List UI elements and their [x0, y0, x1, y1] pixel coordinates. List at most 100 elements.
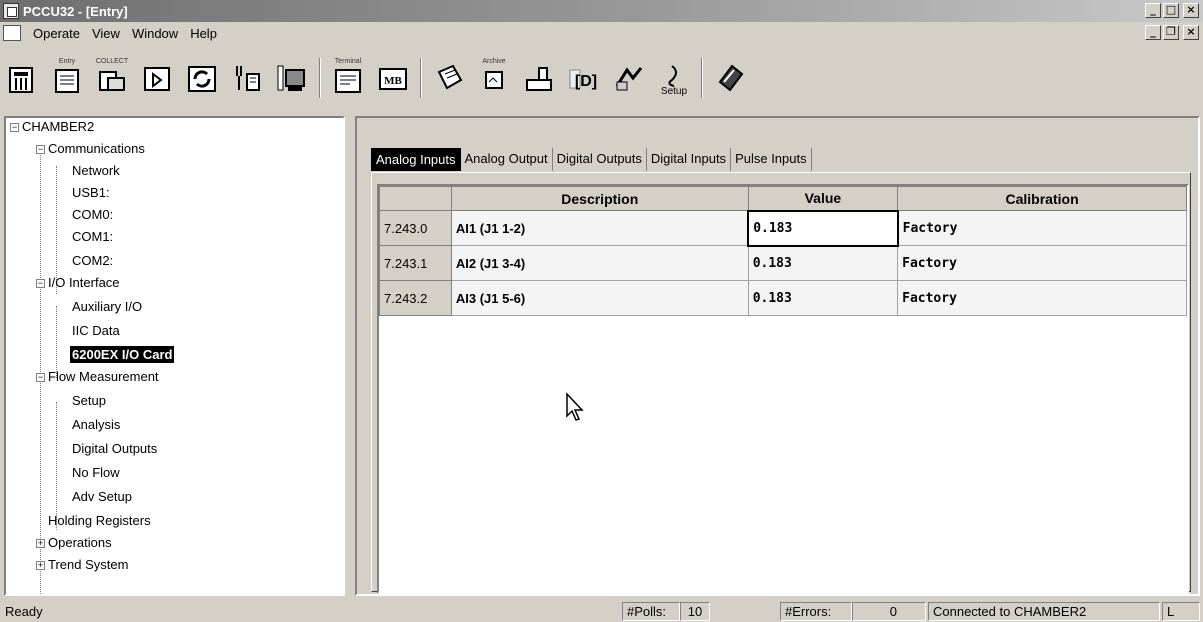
row-id[interactable]: 7.243.0: [379, 210, 452, 246]
tree-node-communications[interactable]: − Communications: [36, 138, 145, 160]
value-cell[interactable]: 0.183: [747, 209, 899, 247]
toolbar-report-button[interactable]: [431, 58, 467, 98]
tree-node-iic-data[interactable]: IIC Data: [72, 320, 120, 342]
navigation-tree: − CHAMBER2 − Communications Network USB1: …: [4, 116, 345, 596]
expand-icon[interactable]: +: [36, 561, 45, 571]
row-id[interactable]: 7.243.1: [379, 245, 452, 281]
tree-label: Communications: [48, 141, 145, 156]
tree-node-trend-system[interactable]: + Trend System: [36, 554, 128, 576]
tab-pulse-inputs[interactable]: Pulse Inputs: [731, 148, 812, 171]
tree-label: No Flow: [72, 465, 120, 480]
toolbar-help-button[interactable]: [712, 58, 748, 98]
title-bar: PCCU32 - [Entry] _ □ ×: [0, 0, 1203, 22]
tree-label: COM2:: [72, 253, 114, 268]
collapse-icon[interactable]: −: [36, 373, 45, 383]
device-icon: [9, 67, 33, 93]
tree-node-network[interactable]: Network: [72, 160, 120, 182]
doc-minimize-button[interactable]: _: [1145, 25, 1161, 40]
tree-node-com0[interactable]: COM0:: [72, 204, 113, 226]
calibration-cell[interactable]: Factory: [897, 210, 1187, 246]
tree-label: Operations: [48, 535, 112, 550]
toolbar-import-button[interactable]: [139, 58, 175, 98]
doc-restore-button[interactable]: ❐: [1163, 25, 1179, 40]
document-icon[interactable]: [3, 25, 21, 41]
tree-node-analysis[interactable]: Analysis: [72, 414, 120, 436]
menu-help[interactable]: Help: [184, 26, 223, 41]
tree-node-usb1[interactable]: USB1:: [72, 182, 110, 204]
tree-node-holding-registers[interactable]: Holding Registers: [48, 510, 151, 532]
tab-digital-inputs[interactable]: Digital Inputs: [647, 148, 732, 171]
tab-analog-inputs[interactable]: Analog Inputs: [371, 148, 461, 171]
network-icon: [615, 67, 643, 91]
tree-node-io-interface[interactable]: − I/O Interface: [36, 272, 120, 294]
tree-label: Flow Measurement: [48, 369, 159, 384]
toolbar-download-button[interactable]: [521, 58, 557, 98]
toolbar-archive-button[interactable]: Archive: [476, 58, 512, 98]
polls-label: #Polls:: [622, 602, 680, 621]
toolbar-tools-button[interactable]: [229, 58, 265, 98]
tree-label: USB1:: [72, 185, 110, 200]
tree-node-com2[interactable]: COM2:: [72, 250, 113, 272]
tree-node-digital-outputs[interactable]: Digital Outputs: [72, 438, 157, 460]
terminal-icon: [335, 69, 361, 93]
tree-node-chamber2[interactable]: − CHAMBER2: [10, 118, 95, 138]
toolbar-data-manager-button[interactable]: [D]: [566, 58, 602, 98]
setup-caption: Setup: [660, 86, 688, 97]
close-button[interactable]: ×: [1183, 3, 1199, 18]
collapse-icon[interactable]: −: [36, 279, 45, 289]
tree-node-flow-measurement[interactable]: − Flow Measurement: [36, 366, 159, 388]
import-icon: [144, 67, 170, 91]
tab-analog-output[interactable]: Analog Output: [461, 148, 553, 171]
value-cell[interactable]: 0.183: [747, 280, 899, 316]
errors-value: 0: [852, 602, 926, 621]
expand-icon[interactable]: +: [36, 539, 45, 549]
entry-panel: Analog Inputs Analog Output Digital Outp…: [355, 116, 1200, 596]
tree-node-adv-setup[interactable]: Adv Setup: [72, 486, 132, 508]
toolbar-collect-button[interactable]: COLLECT: [94, 58, 130, 98]
menu-window[interactable]: Window: [126, 26, 184, 41]
status-bar: Ready #Polls: 10 #Errors: 0 Connected to…: [0, 600, 1203, 622]
toolbar-setup-button[interactable]: Setup: [656, 58, 692, 98]
tree-label: Digital Outputs: [72, 441, 158, 456]
grid-header-row: Description Value Calibration: [379, 186, 1187, 211]
minimize-button[interactable]: _: [1145, 3, 1161, 18]
maximize-button[interactable]: □: [1163, 3, 1179, 18]
menu-operate[interactable]: Operate: [27, 26, 86, 41]
menu-view[interactable]: View: [86, 26, 126, 41]
description-cell[interactable]: AI1 (J1 1-2): [450, 210, 749, 246]
toolbar-local-button[interactable]: [274, 58, 310, 98]
doc-close-button[interactable]: ×: [1183, 25, 1199, 40]
tab-digital-outputs[interactable]: Digital Outputs: [553, 148, 647, 171]
toolbar-network-button[interactable]: [611, 58, 647, 98]
value-header[interactable]: Value: [747, 186, 899, 211]
tree-node-setup[interactable]: Setup: [72, 390, 106, 412]
toolbar-modbus-button[interactable]: MB: [375, 58, 411, 98]
collect-caption: COLLECT: [95, 58, 129, 65]
calibration-header[interactable]: Calibration: [897, 186, 1187, 211]
tree-node-auxiliary-io[interactable]: Auxiliary I/O: [72, 296, 142, 318]
calibration-cell[interactable]: Factory: [897, 280, 1187, 316]
tree-label: Trend System: [48, 557, 129, 572]
description-header[interactable]: Description: [450, 186, 749, 211]
description-cell[interactable]: AI2 (J1 3-4): [450, 245, 749, 281]
tree-node-no-flow[interactable]: No Flow: [72, 462, 120, 484]
value-cell[interactable]: 0.183: [747, 245, 899, 281]
tree-node-operations[interactable]: + Operations: [36, 532, 112, 554]
toolbar-entry-button[interactable]: Entry: [49, 58, 85, 98]
description-cell[interactable]: AI3 (J1 5-6): [450, 280, 749, 316]
tree-label: Holding Registers: [48, 513, 151, 528]
collapse-icon[interactable]: −: [36, 145, 45, 155]
app-icon[interactable]: [3, 3, 19, 19]
pane-splitter[interactable]: [347, 116, 353, 596]
toolbar-refresh-button[interactable]: [184, 58, 220, 98]
collapse-icon[interactable]: −: [10, 123, 19, 133]
toolbar-device-button[interactable]: [4, 58, 40, 98]
calibration-cell[interactable]: Factory: [897, 245, 1187, 281]
row-id[interactable]: 7.243.2: [379, 280, 452, 316]
tree-label: CHAMBER2: [22, 119, 95, 134]
toolbar-terminal-button[interactable]: Terminal: [330, 58, 366, 98]
toolbar-separator: [319, 58, 321, 98]
tab-strip: Analog Inputs Analog Output Digital Outp…: [371, 148, 812, 171]
tree-node-com1[interactable]: COM1:: [72, 226, 113, 248]
tree-node-6200ex-io-card[interactable]: 6200EX I/O Card: [70, 344, 175, 366]
